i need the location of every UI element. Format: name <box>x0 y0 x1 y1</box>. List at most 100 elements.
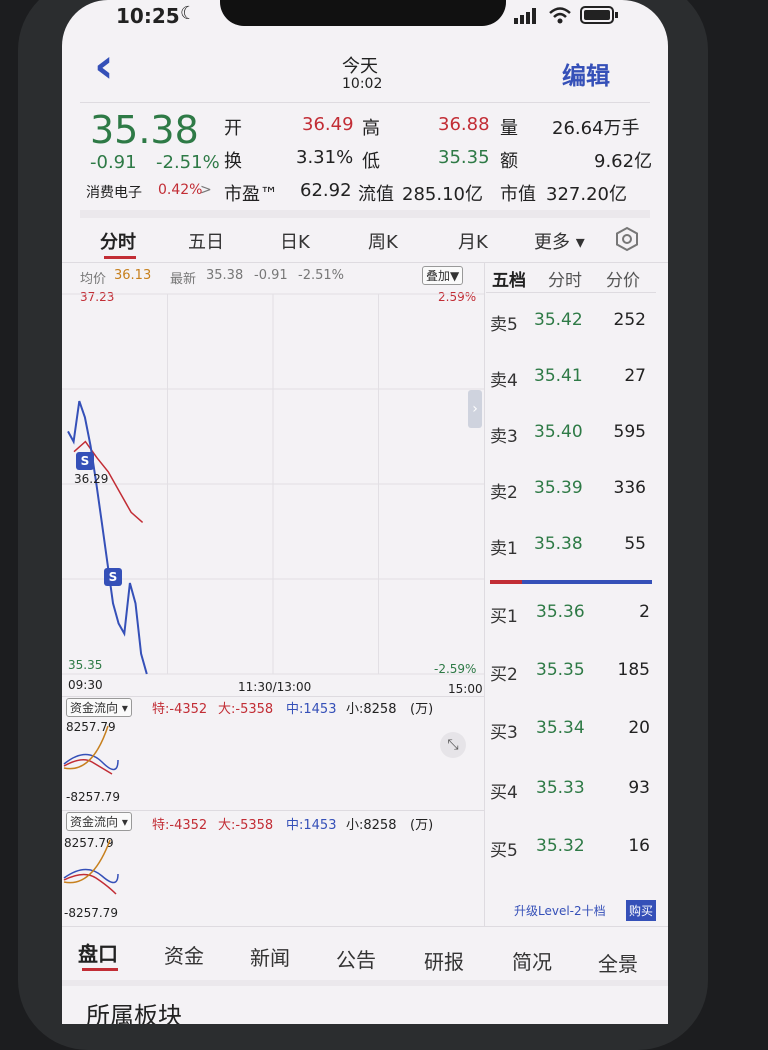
tab-order-book[interactable]: 盘口 <box>78 938 118 967</box>
ask-row[interactable]: 卖2 35.39 336 <box>486 478 656 508</box>
bid-label: 买4 <box>490 783 518 803</box>
latest-value: 35.38 <box>206 268 244 283</box>
cap-label: 市值 <box>500 184 536 205</box>
notch <box>220 0 506 26</box>
ask-list: 卖5 35.42 252 卖4 35.41 27 卖3 35.40 595 卖2… <box>486 300 656 580</box>
tab-price-dist[interactable]: 分价 <box>606 266 640 291</box>
bid-label: 买5 <box>490 841 518 861</box>
moon-icon: ☾ <box>180 3 197 24</box>
pe-value: 62.92 <box>300 180 352 201</box>
intraday-chart <box>62 293 484 675</box>
tab-more[interactable]: 更多 ▾ <box>534 228 585 254</box>
tab-five-day[interactable]: 五日 <box>188 228 224 254</box>
settings-hexagon-icon[interactable] <box>614 226 640 252</box>
ask-volume: 55 <box>624 534 646 554</box>
bid-row[interactable]: 买5 35.32 16 <box>486 836 656 866</box>
sector-name[interactable]: 消费电子 <box>86 182 142 202</box>
price-change: -0.91 <box>90 152 137 173</box>
buy-button[interactable]: 购买 <box>626 900 657 921</box>
ask-volume: 595 <box>613 422 646 442</box>
latest-label: 最新 <box>170 272 197 287</box>
active-tab-indicator <box>104 256 136 259</box>
tab-tick[interactable]: 分时 <box>548 266 582 291</box>
low-label: 低 <box>362 151 380 172</box>
ask-row[interactable]: 卖3 35.40 595 <box>486 422 656 452</box>
tab-profile[interactable]: 简况 <box>512 946 552 975</box>
ask-label: 卖3 <box>490 427 518 447</box>
high-label: 高 <box>362 118 380 139</box>
chart-mid-price: 36.29 <box>74 472 109 486</box>
bid-row[interactable]: 买3 35.34 20 <box>486 718 656 748</box>
edit-button[interactable]: 编辑 <box>562 56 610 91</box>
fund-flow-dropdown[interactable]: 资金流向 ▾ <box>66 812 132 831</box>
price-change-pct: -2.51% <box>156 152 220 173</box>
bid-row[interactable]: 买1 35.36 2 <box>486 602 656 632</box>
screen: 10:25 ☾ ‹ 今天 10:02 编辑 35.38 -0.91 -2.51%… <box>62 0 668 1024</box>
bid-price: 35.36 <box>536 602 585 622</box>
volume-value: 26.64万手 <box>552 118 640 139</box>
nav-subtitle: 10:02 <box>342 76 383 92</box>
ask-row[interactable]: 卖1 35.38 55 <box>486 534 656 564</box>
bid-price: 35.32 <box>536 836 585 856</box>
wifi-icon <box>549 7 571 24</box>
tab-monthly-k[interactable]: 月K <box>458 228 488 254</box>
time-end: 15:00 <box>448 682 483 696</box>
avg-label: 均价 <box>80 272 107 287</box>
open-label: 开 <box>224 118 242 139</box>
overlay-button[interactable]: 叠加▼ <box>422 266 464 285</box>
upgrade-text[interactable]: 升级Level-2十档 <box>514 902 606 919</box>
ask-price: 35.41 <box>534 366 583 386</box>
float-label: 流值 <box>358 184 394 205</box>
fund-flow-mini-chart <box>63 725 119 775</box>
sector-pct: 0.42% <box>158 182 203 198</box>
ask-row[interactable]: 卖4 35.41 27 <box>486 366 656 396</box>
tab-overview[interactable]: 全景 <box>598 948 638 977</box>
turnover-label: 换 <box>224 151 242 172</box>
bid-volume: 2 <box>639 602 650 622</box>
ask-row[interactable]: 卖5 35.42 252 <box>486 310 656 340</box>
tab-announcements[interactable]: 公告 <box>336 944 376 973</box>
bid-row[interactable]: 买4 35.33 93 <box>486 778 656 808</box>
tab-research[interactable]: 研报 <box>424 946 464 975</box>
amount-label: 额 <box>500 151 518 172</box>
fund-flow-dropdown[interactable]: 资金流向 ▾ <box>66 698 132 717</box>
tab-daily-k[interactable]: 日K <box>280 228 310 254</box>
bid-price: 35.35 <box>536 660 585 680</box>
pe-label: 市盈™ <box>224 184 278 205</box>
flow-small: 小:8258 <box>346 702 397 717</box>
flow-large: 大:-5358 <box>218 702 274 717</box>
sector-arrow-icon[interactable]: > <box>200 182 212 198</box>
tab-funds[interactable]: 资金 <box>164 940 204 969</box>
tab-news[interactable]: 新闻 <box>250 942 290 971</box>
sell-marker-icon[interactable]: S <box>76 452 94 470</box>
flow-super: 特:-4352 <box>152 818 208 833</box>
ask-price: 35.38 <box>534 534 583 554</box>
bid-ask-ratio-bar <box>490 580 652 584</box>
high-value: 36.88 <box>438 114 490 135</box>
tab-weekly-k[interactable]: 周K <box>368 228 398 254</box>
fullscreen-icon[interactable]: ⤡ <box>440 732 466 758</box>
ask-price: 35.42 <box>534 310 583 330</box>
latest-pct: -2.51% <box>298 268 344 283</box>
open-value: 36.49 <box>302 114 354 135</box>
sell-marker-icon[interactable]: S <box>104 568 122 586</box>
flow-small: 小:8258 <box>346 818 397 833</box>
back-button[interactable]: ‹ <box>94 42 114 90</box>
section-title: 所属板块 <box>86 1002 182 1024</box>
bid-row[interactable]: 买2 35.35 185 <box>486 660 656 690</box>
tab-intraday[interactable]: 分时 <box>100 228 136 254</box>
ask-volume: 336 <box>613 478 646 498</box>
chart-bottom-pct: -2.59% <box>434 662 477 676</box>
tab-five-level[interactable]: 五档 <box>492 266 526 291</box>
turnover-value: 3.31% <box>296 147 354 168</box>
price-line <box>67 400 148 675</box>
battery-icon <box>580 6 618 24</box>
ask-label: 卖5 <box>490 315 518 335</box>
bid-label: 买1 <box>490 607 518 627</box>
flow-medium: 中:1453 <box>286 818 337 833</box>
bid-list: 买1 35.36 2 买2 35.35 185 买3 35.34 20 买4 3… <box>486 592 656 882</box>
expand-handle-icon[interactable]: › <box>468 390 482 428</box>
cap-value: 327.20亿 <box>546 184 627 205</box>
ask-volume: 252 <box>613 310 646 330</box>
current-price: 35.38 <box>90 108 199 152</box>
